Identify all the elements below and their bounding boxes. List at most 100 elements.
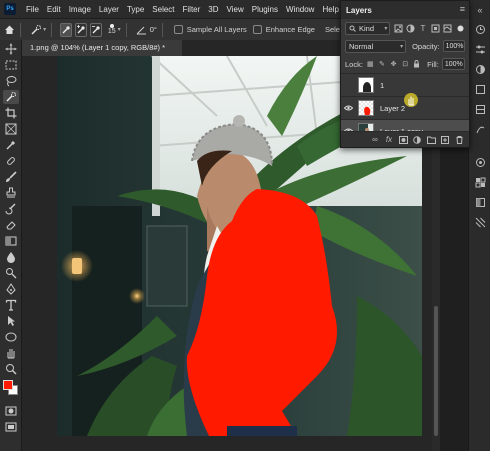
lock-transparent-pixels-icon[interactable]: ▦	[366, 60, 375, 69]
select-subject-button[interactable]: Sele	[325, 25, 340, 34]
frame-tool-icon[interactable]	[3, 122, 19, 136]
angle-icon	[135, 23, 146, 37]
menu-edit[interactable]: Edit	[43, 5, 65, 14]
enhance-edge-checkbox[interactable]: Enhance Edge	[252, 25, 315, 34]
document-tab-bar: 1.png @ 104% (Layer 1 copy, RGB/8#) *	[22, 40, 340, 56]
sample-all-layers-checkbox[interactable]: Sample All Layers	[173, 25, 247, 34]
path-selection-tool-icon[interactable]	[3, 314, 19, 328]
layers-panel-footer: ∞ fx	[341, 131, 469, 147]
zoom-tool-icon[interactable]	[3, 362, 19, 376]
hand-tool-icon[interactable]	[3, 346, 19, 360]
filter-smart-object-icon[interactable]	[443, 23, 452, 34]
brush-tool-icon[interactable]	[3, 170, 19, 184]
lock-fill-row: Lock: ▦ ✎ ✥ ⊡ Fill: 100%	[341, 55, 469, 73]
brush-size-picker[interactable]: 15	[108, 24, 116, 35]
history-panel-icon[interactable]	[472, 22, 488, 36]
layers-panel-title[interactable]: Layers	[346, 6, 372, 15]
filter-type-icon[interactable]: T	[418, 23, 427, 34]
filter-pixel-icon[interactable]	[393, 23, 403, 34]
crop-tool-icon[interactable]	[3, 106, 19, 120]
blend-mode-value: Normal	[349, 41, 374, 51]
filter-kind-select[interactable]: Kind ▾	[345, 21, 391, 35]
adjustments-panel-icon[interactable]	[472, 62, 488, 76]
menu-3d[interactable]: 3D	[204, 5, 222, 14]
menu-layer[interactable]: Layer	[95, 5, 123, 14]
gradients-panel-icon[interactable]	[472, 195, 488, 209]
lock-position-icon[interactable]: ✥	[389, 60, 398, 69]
layer-style-icon[interactable]: fx	[383, 134, 395, 146]
link-layers-icon[interactable]: ∞	[369, 134, 381, 146]
panel-menu-icon[interactable]: ≡	[460, 4, 465, 14]
lasso-tool-icon[interactable]	[3, 74, 19, 88]
menu-image[interactable]: Image	[65, 5, 95, 14]
fill-value: 100%	[444, 60, 463, 68]
fill-input[interactable]: 100%	[441, 58, 466, 70]
filter-adjustment-icon[interactable]	[406, 23, 415, 34]
menu-window[interactable]: Window	[282, 5, 318, 14]
add-mask-icon[interactable]	[397, 134, 409, 146]
opacity-input[interactable]: 100%	[442, 40, 465, 52]
home-icon[interactable]	[4, 23, 15, 37]
menu-filter[interactable]: Filter	[179, 5, 205, 14]
dodge-tool-icon[interactable]	[3, 266, 19, 280]
blur-tool-icon[interactable]	[3, 250, 19, 264]
subtract-from-selection-icon[interactable]	[89, 22, 102, 37]
color-panel-icon[interactable]	[472, 155, 488, 169]
brush-size-value: 15	[107, 28, 116, 35]
fill-label: Fill:	[427, 59, 439, 69]
screen-mode-icon[interactable]	[3, 420, 19, 434]
lock-artboard-icon[interactable]: ⊡	[401, 60, 410, 69]
photoshop-logo-icon[interactable]: Ps	[4, 3, 16, 15]
marquee-tool-icon[interactable]	[3, 58, 19, 72]
shape-tool-icon[interactable]	[3, 330, 19, 344]
gradient-tool-icon[interactable]	[3, 234, 19, 248]
document-tab[interactable]: 1.png @ 104% (Layer 1 copy, RGB/8#) *	[22, 40, 182, 56]
eye-icon[interactable]	[341, 105, 355, 111]
channels-panel-icon[interactable]	[472, 102, 488, 116]
filter-shape-icon[interactable]	[431, 23, 440, 34]
lock-all-icon[interactable]	[413, 60, 422, 69]
libraries-panel-icon[interactable]	[472, 82, 488, 96]
new-adjustment-layer-icon[interactable]	[411, 134, 423, 146]
filter-toggle-icon[interactable]	[456, 23, 465, 34]
pen-tool-icon[interactable]	[3, 282, 19, 296]
menu-file[interactable]: File	[22, 5, 43, 14]
lock-image-pixels-icon[interactable]: ✎	[378, 60, 387, 69]
menu-plugins[interactable]: Plugins	[248, 5, 282, 14]
history-brush-icon[interactable]	[3, 202, 19, 216]
foreground-color-swatch[interactable]	[3, 380, 13, 390]
quick-mask-icon[interactable]	[3, 404, 19, 418]
eraser-tool-icon[interactable]	[3, 218, 19, 232]
new-layer-icon[interactable]	[439, 134, 451, 146]
type-tool-icon[interactable]	[3, 298, 19, 312]
swatches-panel-icon[interactable]	[472, 175, 488, 189]
move-tool-icon[interactable]	[3, 42, 19, 56]
opacity-value: 100%	[445, 42, 464, 50]
spot-healing-brush-icon[interactable]	[3, 154, 19, 168]
chevron-down-icon[interactable]: ▾	[43, 26, 46, 33]
delete-layer-icon[interactable]	[453, 134, 465, 146]
angle-value[interactable]: 0°	[150, 25, 157, 34]
layer-thumbnail	[358, 100, 374, 116]
blend-opacity-row: Normal ▾ Opacity: 100%	[341, 37, 469, 55]
collapse-panels-icon[interactable]: «	[472, 3, 488, 17]
menu-select[interactable]: Select	[148, 5, 178, 14]
add-to-selection-icon[interactable]	[74, 22, 87, 37]
blend-mode-select[interactable]: Normal ▾	[345, 39, 407, 53]
chevron-down-icon[interactable]: ▾	[118, 26, 121, 33]
search-icon	[349, 25, 356, 32]
layers-panel-header: Layers ≡	[341, 1, 469, 19]
quick-selection-tool-icon[interactable]	[3, 90, 19, 104]
menu-type[interactable]: Type	[123, 5, 148, 14]
eyedropper-tool-icon[interactable]	[3, 138, 19, 152]
clone-stamp-tool-icon[interactable]	[3, 186, 19, 200]
menu-view[interactable]: View	[223, 5, 248, 14]
document-tab-title: 1.png @ 104% (Layer 1 copy, RGB/8#) *	[30, 43, 166, 52]
new-selection-mode-icon[interactable]	[59, 22, 72, 37]
properties-panel-icon[interactable]	[472, 42, 488, 56]
scrollbar-thumb[interactable]	[434, 306, 438, 436]
paths-panel-icon[interactable]	[472, 122, 488, 136]
patterns-panel-icon[interactable]	[472, 215, 488, 229]
new-group-icon[interactable]	[425, 134, 437, 146]
quick-selection-tool-icon[interactable]	[30, 23, 42, 37]
